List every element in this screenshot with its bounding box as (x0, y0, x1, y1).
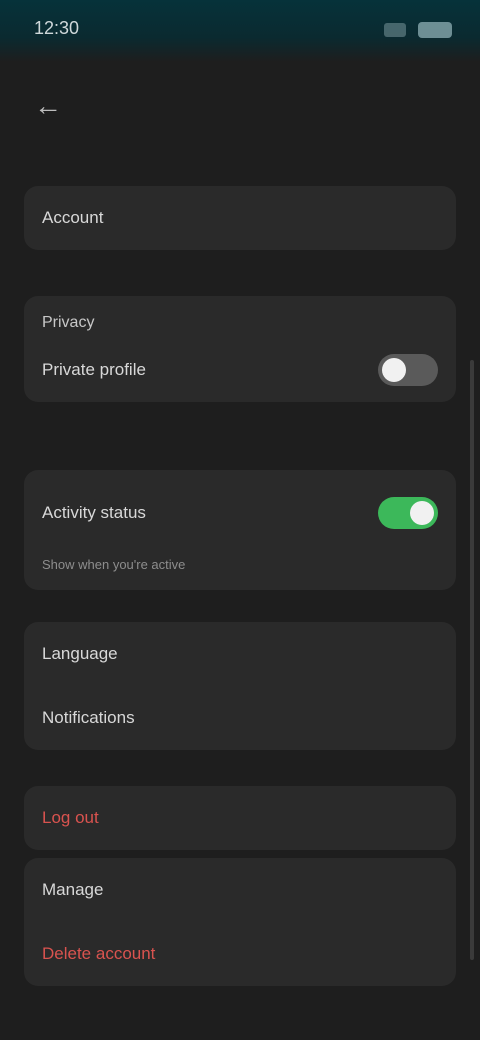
activity-status-label: Activity status (42, 503, 146, 522)
notifications-label: Notifications (42, 708, 135, 727)
toggle-knob (382, 358, 406, 382)
account-label: Account (42, 208, 104, 227)
delete-account-row[interactable]: Delete account (24, 922, 456, 986)
activity-status-toggle[interactable] (378, 497, 438, 529)
logout-label: Log out (42, 808, 99, 827)
logout-card: Log out (24, 786, 456, 850)
manage-label: Manage (42, 880, 104, 899)
logout-row[interactable]: Log out (24, 786, 456, 850)
status-bar: 12:30 (0, 0, 480, 62)
privacy-section-title: Privacy (42, 314, 95, 331)
notifications-row[interactable]: Notifications (24, 686, 456, 750)
status-icons (384, 20, 452, 40)
signal-icon (384, 23, 406, 37)
toggle-knob (410, 501, 434, 525)
activity-card: Activity status Show when you're active (24, 470, 456, 591)
arrow-left-icon: ← (34, 90, 62, 121)
language-label: Language (42, 644, 118, 663)
private-profile-label: Private profile (42, 360, 146, 379)
language-row[interactable]: Language (24, 622, 456, 686)
privacy-card: Privacy Private profile (24, 296, 456, 402)
manage-row[interactable]: Manage (24, 858, 456, 922)
scrollbar[interactable] (470, 360, 474, 960)
settings-screen: 12:30 ← Account Privacy Private profile … (0, 0, 480, 1040)
account-row[interactable]: Account (24, 186, 456, 250)
delete-account-label: Delete account (42, 944, 156, 963)
status-time: 12:30 (34, 18, 80, 38)
back-button[interactable]: ← (26, 84, 70, 128)
battery-icon (418, 22, 452, 38)
private-profile-row[interactable]: Private profile (24, 338, 456, 402)
activity-status-description: Show when you're active (42, 557, 186, 572)
general-card: Language Notifications (24, 622, 456, 750)
private-profile-toggle[interactable] (378, 354, 438, 386)
account-card: Account (24, 186, 456, 250)
danger-card: Manage Delete account (24, 858, 456, 986)
activity-status-row[interactable]: Activity status (24, 470, 456, 556)
